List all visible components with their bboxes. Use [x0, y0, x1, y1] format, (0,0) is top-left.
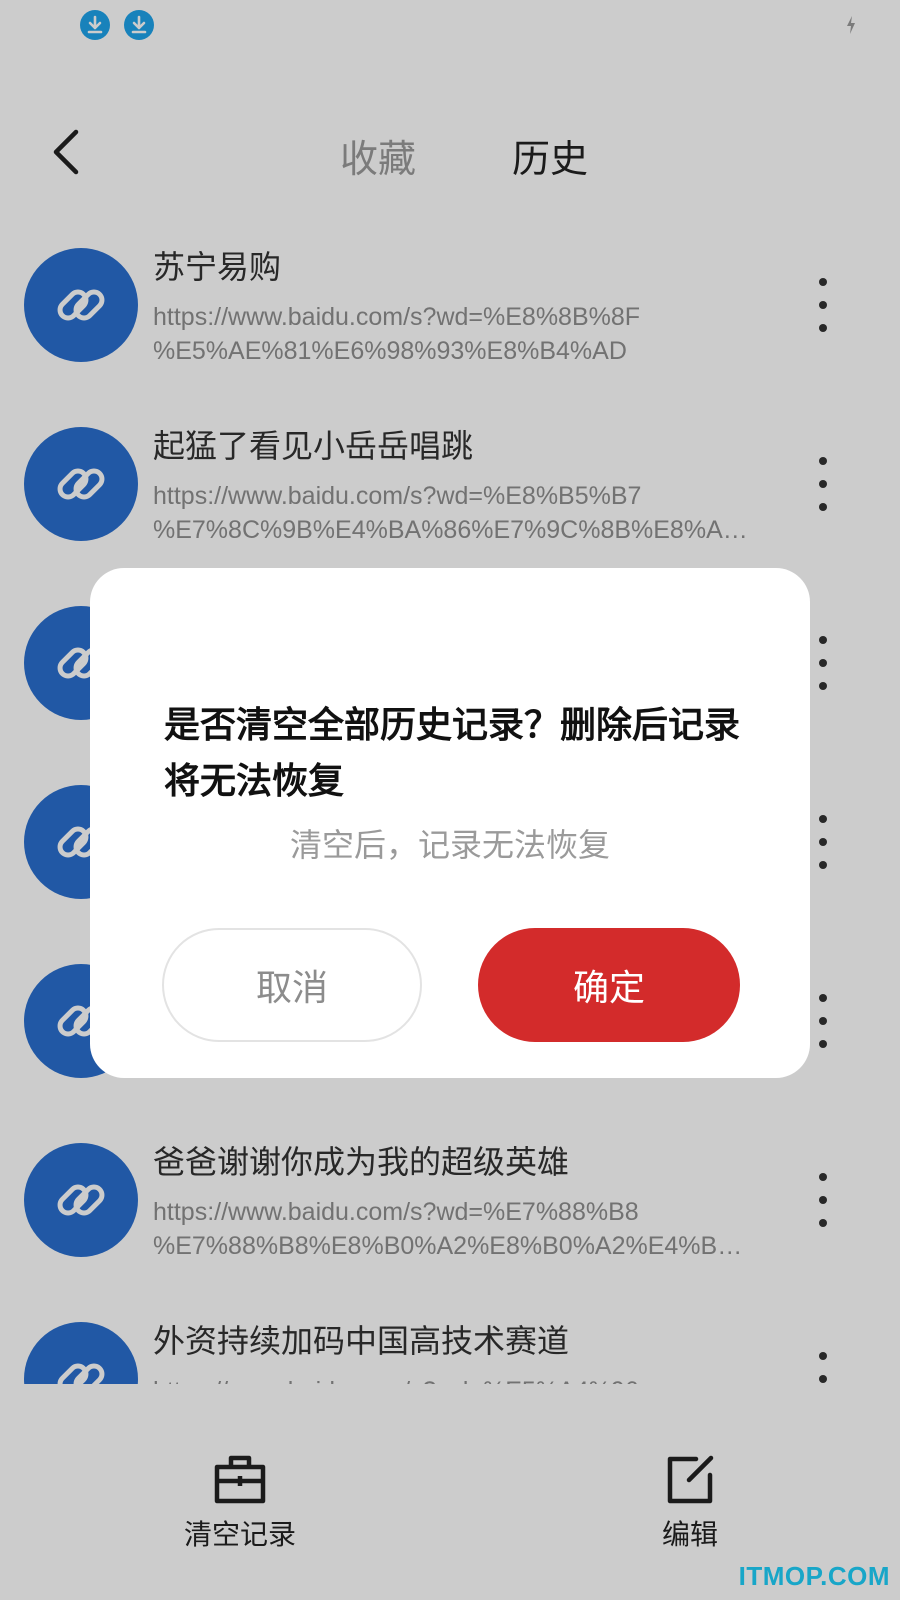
dialog-title: 是否清空全部历史记录？删除后记录将无法恢复	[164, 705, 741, 802]
cancel-button[interactable]: 取消	[162, 928, 422, 1042]
watermark: ITMOP.COM	[738, 1561, 890, 1591]
browser-history-screen: 3:46 收藏 历史 苏宁易购 https://www.baidu.com/s?…	[0, 0, 900, 1600]
dialog-subtitle: 清空后，记录无法恢复	[289, 826, 610, 864]
confirm-button[interactable]: 确定	[478, 928, 740, 1042]
clear-history-dialog: 是否清空全部历史记录？删除后记录将无法恢复 清空后，记录无法恢复 取消 确定	[90, 568, 810, 1078]
